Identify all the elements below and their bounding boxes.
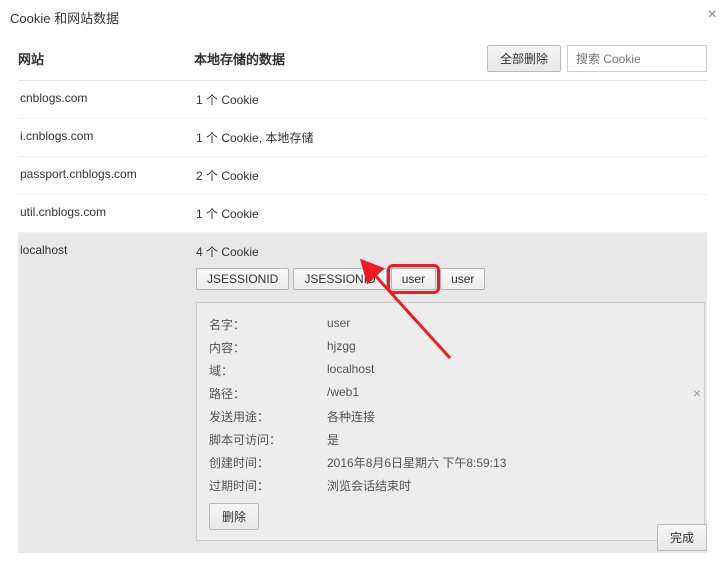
site-cell: localhost (20, 243, 196, 257)
cookie-chip[interactable]: JSESSIONID (293, 268, 386, 290)
detail-label: 名字： (209, 316, 327, 333)
detail-label: 发送用途： (209, 408, 327, 425)
detail-label: 过期时间： (209, 477, 327, 494)
data-cell: 1 个 Cookie (196, 205, 705, 222)
data-cell: 1 个 Cookie, 本地存储 (196, 129, 705, 146)
table-row-selected[interactable]: localhost 4 个 Cookie JSESSIONID JSESSION… (18, 233, 707, 553)
detail-label: 路径： (209, 385, 327, 402)
search-input[interactable] (567, 45, 707, 72)
cookie-chip[interactable]: user (440, 268, 485, 290)
delete-cookie-button[interactable]: 删除 (209, 503, 259, 530)
table-row[interactable]: cnblogs.com 1 个 Cookie (18, 81, 707, 119)
detail-value: user (327, 316, 692, 333)
site-cell: passport.cnblogs.com (20, 167, 196, 181)
row-close-icon[interactable]: × (693, 385, 701, 401)
close-icon[interactable]: × (708, 6, 717, 24)
detail-value: 是 (327, 431, 692, 448)
site-cell: i.cnblogs.com (20, 129, 196, 143)
site-cell: util.cnblogs.com (20, 205, 196, 219)
cookie-chips: JSESSIONID JSESSIONID user user (196, 268, 705, 290)
table-row[interactable]: util.cnblogs.com 1 个 Cookie (18, 195, 707, 233)
detail-value: 各种连接 (327, 408, 692, 425)
data-cell: 4 个 Cookie (196, 243, 705, 260)
detail-value: localhost (327, 362, 692, 379)
detail-value: /web1 (327, 385, 692, 402)
table-header: 网站 本地存储的数据 全部删除 (18, 45, 707, 81)
data-cell: 2 个 Cookie (196, 167, 705, 184)
detail-label: 脚本可访问： (209, 431, 327, 448)
cookie-table: cnblogs.com 1 个 Cookie i.cnblogs.com 1 个… (18, 81, 707, 553)
detail-value: 2016年8月6日星期六 下午8:59:13 (327, 454, 692, 471)
cookie-detail-panel: 名字：user 内容：hjzgg 域：localhost 路径：/web1 发送… (196, 302, 705, 541)
detail-label: 创建时间： (209, 454, 327, 471)
done-button[interactable]: 完成 (657, 524, 707, 551)
delete-all-button[interactable]: 全部删除 (487, 45, 561, 72)
cookie-chip[interactable]: JSESSIONID (196, 268, 289, 290)
header-data: 本地存储的数据 (194, 49, 487, 68)
detail-value: hjzgg (327, 339, 692, 356)
detail-label: 域： (209, 362, 327, 379)
table-row[interactable]: passport.cnblogs.com 2 个 Cookie (18, 157, 707, 195)
site-cell: cnblogs.com (20, 91, 196, 105)
cookie-chip-highlighted[interactable]: user (391, 268, 436, 290)
data-cell: 1 个 Cookie (196, 91, 705, 108)
header-site: 网站 (18, 49, 194, 68)
detail-value: 浏览会话结束时 (327, 477, 692, 494)
dialog-title: Cookie 和网站数据 (0, 0, 725, 35)
detail-label: 内容： (209, 339, 327, 356)
table-row[interactable]: i.cnblogs.com 1 个 Cookie, 本地存储 (18, 119, 707, 157)
